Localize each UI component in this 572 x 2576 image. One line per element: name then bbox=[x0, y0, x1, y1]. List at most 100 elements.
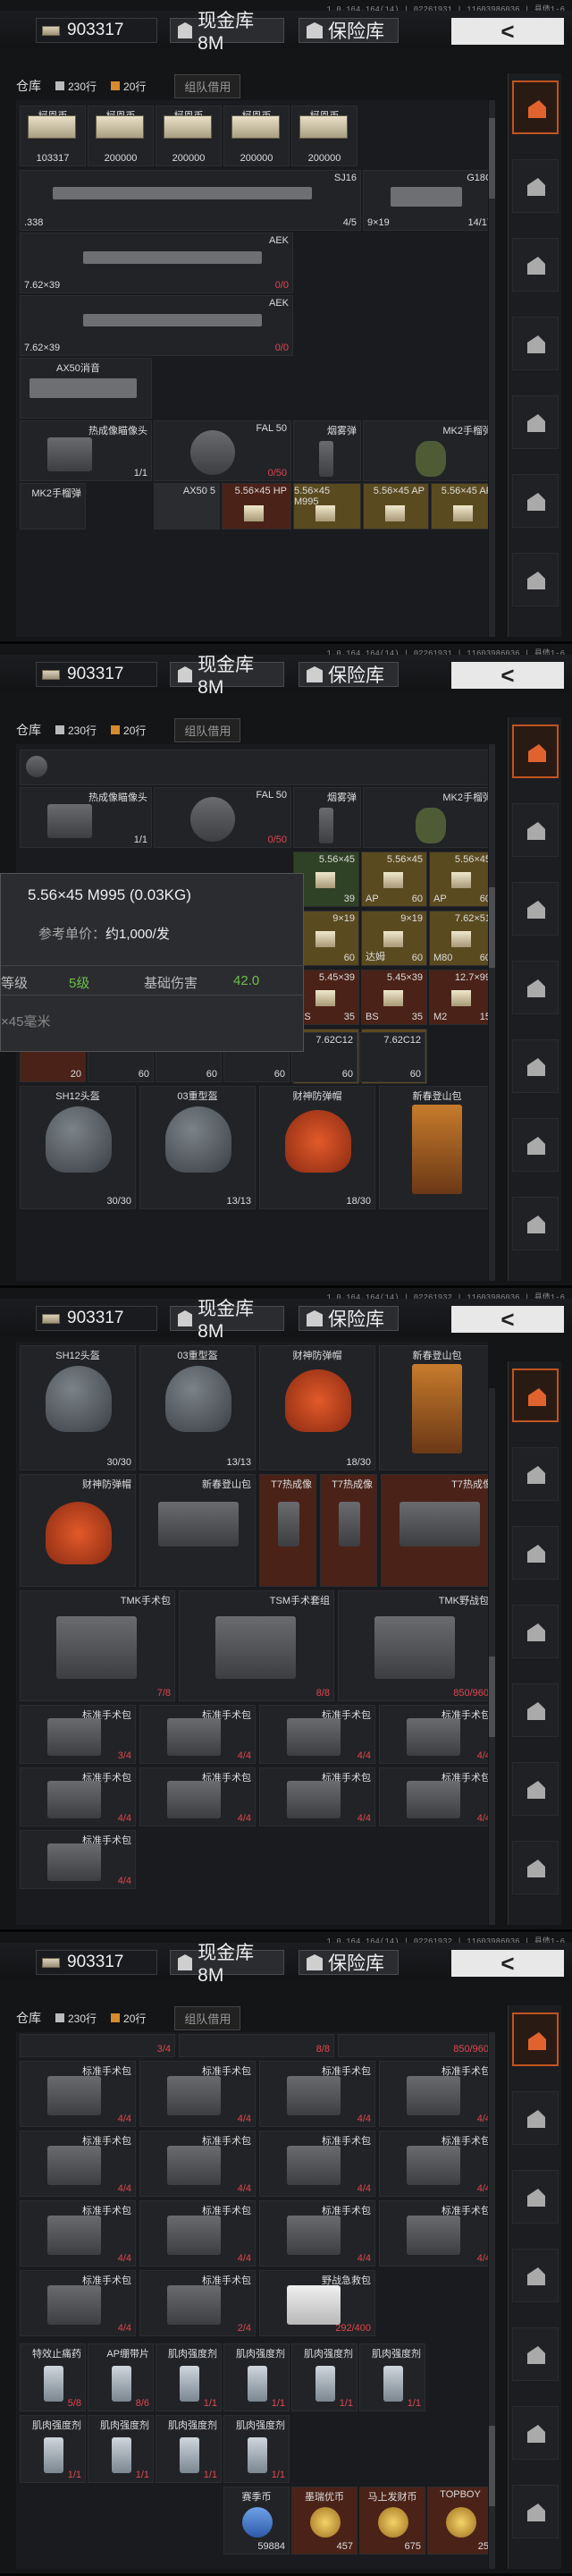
inventory-item[interactable]: MK2手榴弹 bbox=[363, 420, 488, 481]
inventory-item[interactable]: 肌肉强度剂 1/1 bbox=[359, 2343, 425, 2411]
category-all-button[interactable] bbox=[512, 724, 559, 778]
scrollbar-thumb[interactable] bbox=[489, 1657, 495, 1737]
inventory-item[interactable]: 财神防弹帽 18/30 bbox=[259, 1086, 375, 1209]
category-rifle-button[interactable] bbox=[512, 2170, 559, 2224]
inventory-item[interactable]: G18C 14/17 9×19 bbox=[363, 170, 488, 231]
inventory-item[interactable]: 标准手术包4/4 bbox=[379, 2131, 488, 2197]
inventory-item[interactable]: T7热成像 bbox=[320, 1474, 377, 1587]
inventory-item[interactable]: 标准手术包4/4 bbox=[379, 1705, 488, 1764]
inventory-item[interactable]: 柯恩币200000 bbox=[223, 106, 290, 166]
inventory-item[interactable]: MK2手榴弹 bbox=[20, 483, 86, 530]
inventory-item[interactable]: 标准手术包4/4 bbox=[139, 1705, 256, 1764]
inventory-item[interactable]: 热成像瞄像头 1/1 bbox=[20, 787, 152, 848]
inventory-item[interactable]: 赛季币 59884 bbox=[223, 2487, 290, 2555]
inventory-item[interactable]: 850/960 bbox=[338, 2034, 488, 2057]
group-loan-tab[interactable]: 组队借用 bbox=[174, 717, 241, 742]
category-grenade-button[interactable] bbox=[512, 1683, 559, 1737]
inventory-item[interactable]: 标准手术包4/4 bbox=[20, 2131, 136, 2197]
category-rifle-button[interactable] bbox=[512, 1526, 559, 1580]
category-all-button[interactable] bbox=[512, 2012, 559, 2066]
inventory-item[interactable]: 5.56×45 60 AP bbox=[361, 852, 427, 907]
inventory-item[interactable]: 标准手术包 3/4 bbox=[20, 1705, 136, 1764]
tab-warehouse[interactable]: 仓库 bbox=[16, 77, 41, 95]
safe-vault-button[interactable]: 保险库 bbox=[299, 1306, 399, 1331]
inventory-item[interactable]: 5.45×39 35 BS bbox=[361, 970, 427, 1025]
inventory-item[interactable]: 标准手术包4/4 bbox=[259, 1705, 375, 1764]
inventory-item[interactable]: 柯恩币200000 bbox=[291, 106, 358, 166]
cash-vault-button[interactable]: 现金库 8M bbox=[170, 11, 284, 54]
inventory-item[interactable]: 7.62C12 60 bbox=[359, 1032, 425, 1082]
inventory-item[interactable]: 03重型盔 13/13 bbox=[139, 1345, 256, 1470]
inventory-item[interactable]: T7热成像 bbox=[259, 1474, 316, 1587]
back-button[interactable]: < bbox=[451, 662, 564, 689]
inventory-item[interactable]: 特效止痛药 5/8 bbox=[20, 2343, 86, 2411]
inventory-item[interactable]: 财神防弹帽 18/30 bbox=[259, 1345, 375, 1470]
category-magazine-button[interactable] bbox=[512, 317, 559, 370]
back-button[interactable]: < bbox=[451, 1950, 564, 1977]
inventory-item[interactable]: 肌肉强度剂 1/1 bbox=[291, 2343, 358, 2411]
inventory-item[interactable]: 标准手术包4/4 bbox=[379, 2061, 488, 2127]
category-attachment-button[interactable] bbox=[512, 553, 559, 606]
inventory-item[interactable]: 8/8 bbox=[179, 2034, 334, 2057]
inventory-item[interactable]: 标准手术包4/4 bbox=[139, 2200, 256, 2267]
inventory-item[interactable]: TMK野战包 850/960 bbox=[338, 1590, 488, 1701]
category-magazine-button[interactable] bbox=[512, 961, 559, 1014]
category-ammo-button[interactable] bbox=[512, 1118, 559, 1172]
inventory-item[interactable]: 肌肉强度剂 1/1 bbox=[156, 2415, 222, 2483]
inventory-item[interactable]: TSM手术套组 8/8 bbox=[179, 1590, 334, 1701]
inventory-item[interactable]: 5.56×45 60 AP bbox=[429, 852, 488, 907]
category-attachment-button[interactable] bbox=[512, 1841, 559, 1894]
category-grenade-button[interactable] bbox=[512, 2327, 559, 2381]
inventory-item[interactable]: 标准手术包 2/4 bbox=[139, 2270, 256, 2336]
inventory-item[interactable]: AEK 0/0 7.62×39 bbox=[20, 233, 293, 293]
inventory-item[interactable]: 标准手术包4/4 bbox=[259, 2061, 375, 2127]
inventory-item[interactable]: 3/4 bbox=[20, 2034, 175, 2057]
inventory-item[interactable]: AX50消音 bbox=[20, 358, 152, 419]
inventory-item[interactable]: SH12头盔 30/30 bbox=[20, 1086, 136, 1209]
inventory-item[interactable]: TMK手术包 7/8 bbox=[20, 1590, 175, 1701]
inventory-item[interactable]: 新春登山包 bbox=[379, 1086, 488, 1209]
inventory-item[interactable]: FAL 50 0/50 bbox=[154, 420, 291, 481]
cash-vault-button[interactable]: 现金库 8M bbox=[170, 1299, 284, 1342]
category-grenade-button[interactable] bbox=[512, 1039, 559, 1093]
inventory-item[interactable]: 柯恩币103317 bbox=[20, 106, 86, 166]
inventory-item[interactable]: 12.7×99 15 M2 bbox=[429, 970, 488, 1025]
inventory-item[interactable]: 野战急救包 292/400 bbox=[259, 2270, 375, 2336]
cash-vault-button[interactable]: 现金库 8M bbox=[170, 655, 284, 698]
inventory-item[interactable]: 肌肉强度剂 1/1 bbox=[223, 2343, 290, 2411]
inventory-item[interactable]: 肌肉强度剂 1/1 bbox=[223, 2415, 290, 2483]
category-armor-button[interactable] bbox=[512, 159, 559, 213]
category-attachment-button[interactable] bbox=[512, 1197, 559, 1250]
category-magazine-button[interactable] bbox=[512, 2249, 559, 2302]
inventory-item[interactable]: 标准手术包4/4 bbox=[139, 2061, 256, 2127]
inventory-item[interactable]: 新春登山包 bbox=[379, 1345, 488, 1470]
inventory-item[interactable]: 5.56×45 M995 bbox=[293, 483, 361, 530]
category-rifle-button[interactable] bbox=[512, 238, 559, 292]
safe-vault-button[interactable]: 保险库 bbox=[299, 662, 399, 687]
inventory-item[interactable]: 标准手术包4/4 bbox=[379, 2200, 488, 2267]
scrollbar-thumb[interactable] bbox=[489, 887, 495, 968]
tab-warehouse[interactable]: 仓库 bbox=[16, 2009, 41, 2027]
inventory-item[interactable]: 柯恩币200000 bbox=[156, 106, 222, 166]
inventory-item[interactable]: 烟雾弹 bbox=[293, 420, 361, 481]
inventory-item[interactable]: 03重型盔 13/13 bbox=[139, 1086, 256, 1209]
category-rifle-button[interactable] bbox=[512, 882, 559, 936]
category-armor-button[interactable] bbox=[512, 1447, 559, 1501]
inventory-item[interactable]: 标准手术包4/4 bbox=[20, 1830, 136, 1889]
scrollbar-thumb[interactable] bbox=[489, 118, 495, 199]
inventory-item[interactable] bbox=[20, 750, 488, 785]
tab-warehouse[interactable]: 仓库 bbox=[16, 721, 41, 739]
inventory-item[interactable]: 标准手术包4/4 bbox=[20, 2270, 136, 2336]
cash-vault-button[interactable]: 现金库 8M bbox=[170, 1943, 284, 1986]
inventory-item[interactable]: 7.62×51 60 M80 bbox=[429, 911, 488, 966]
scrollbar[interactable] bbox=[489, 2032, 495, 2569]
group-loan-tab[interactable]: 组队借用 bbox=[174, 2005, 241, 2030]
inventory-item[interactable]: 标准手术包4/4 bbox=[20, 2061, 136, 2127]
category-all-button[interactable] bbox=[512, 80, 559, 134]
scrollbar-thumb[interactable] bbox=[489, 2426, 495, 2506]
scrollbar[interactable] bbox=[489, 1388, 495, 1925]
inventory-item[interactable]: MK2手榴弹 bbox=[363, 787, 488, 848]
inventory-item[interactable]: TOPBOY 25 bbox=[427, 2487, 488, 2555]
safe-vault-button[interactable]: 保险库 bbox=[299, 18, 399, 43]
inventory-item[interactable]: AEK 0/0 7.62×39 bbox=[20, 295, 293, 356]
